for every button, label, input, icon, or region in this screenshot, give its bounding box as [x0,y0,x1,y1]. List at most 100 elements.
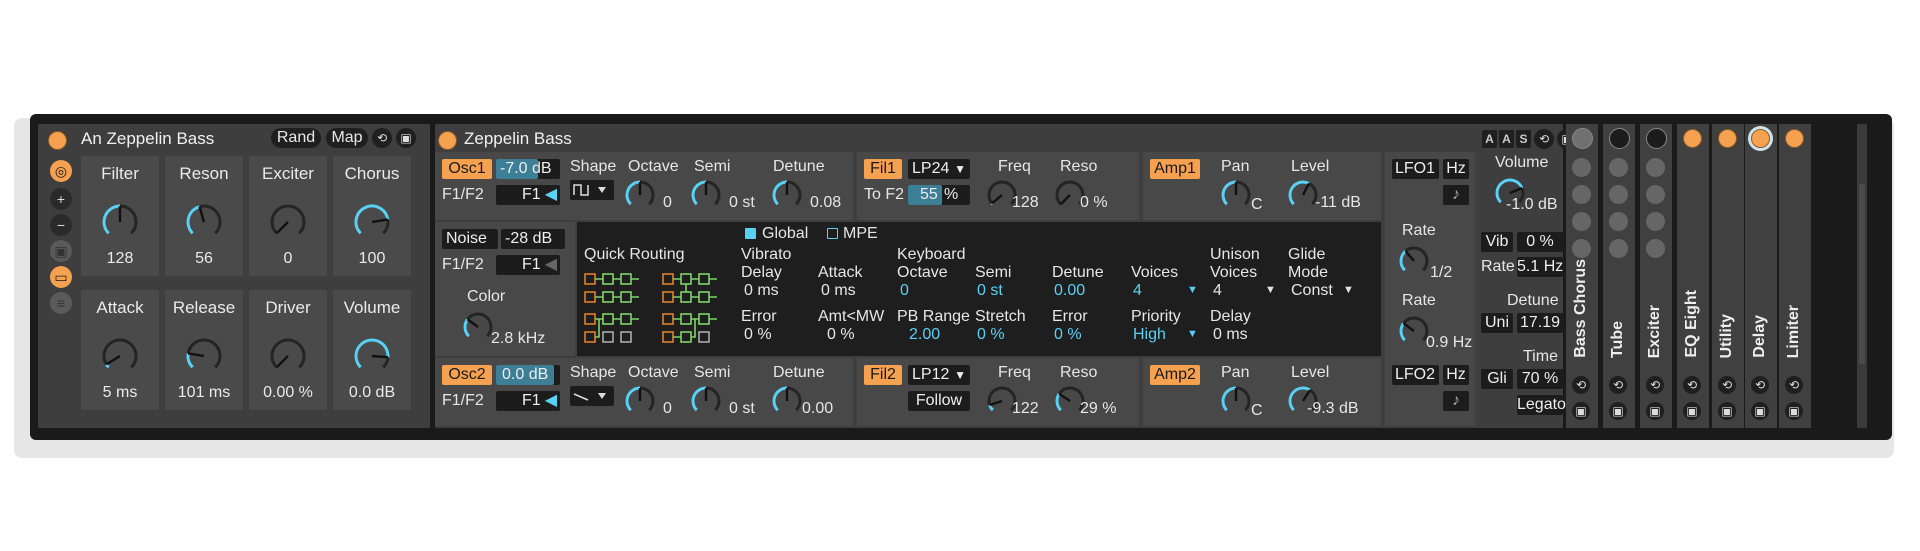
keyboard-stretch-value[interactable]: 0 % [977,326,1005,344]
device-activator-icon[interactable] [1609,128,1630,149]
uni-toggle[interactable]: Uni [1481,313,1513,333]
noise-level[interactable]: -28 dB [501,229,565,249]
chain-device-utility[interactable]: Utility ⟲ ▣ [1712,124,1744,428]
macro-knob[interactable] [184,202,224,242]
save-preset-icon[interactable]: ▣ [1609,402,1627,420]
osc2-shape-select[interactable] [570,386,614,406]
tab-mpe[interactable]: MPE [843,225,878,243]
save-preset-icon[interactable]: ▣ [1683,402,1701,420]
chain-device-bass-chorus[interactable]: Bass Chorus ⟲ ▣ [1566,124,1598,428]
quick-routing-grid[interactable] [581,266,729,348]
device-activator[interactable] [1785,129,1804,148]
osc1-toggle[interactable]: Osc1 [442,159,492,179]
snapshot-icon[interactable]: ▣ [50,240,72,262]
snapshot-icon[interactable] [1572,185,1591,204]
vibrato-delay-value[interactable]: 0 ms [744,282,779,300]
osc2-f1f2-slider[interactable]: F1 ◀ [496,391,560,411]
uni-detune[interactable]: 17.19 [1517,313,1563,333]
macro-view-icon[interactable] [1609,158,1628,177]
lfo1-toggle[interactable]: LFO1 [1392,159,1439,179]
noise-f1f2-slider[interactable]: F1 ◀ [496,255,560,275]
device-list-icon[interactable] [1646,239,1665,258]
hot-swap-icon[interactable]: ⟲ [1534,129,1554,149]
save-preset-icon[interactable]: ▣ [1785,402,1803,420]
osc1-f1f2-slider[interactable]: F1 ◀ [496,185,560,205]
chain-device-limiter[interactable]: Limiter ⟲ ▣ [1779,124,1811,428]
snapshot-icon[interactable] [1646,185,1665,204]
osc1-level[interactable]: -7.0 dB [496,159,560,179]
chain-device-tube[interactable]: Tube ⟲ ▣ [1603,124,1635,428]
fil1-type-select[interactable]: LP24 ▼ [908,159,970,179]
lfo2-hz-button[interactable]: Hz [1443,365,1469,385]
hot-swap-icon[interactable]: ⟲ [1646,376,1664,394]
amp2-toggle[interactable]: Amp2 [1150,365,1200,385]
hot-swap-icon[interactable]: ⟲ [1751,376,1769,394]
macro-view-icon[interactable] [1646,158,1665,177]
device-list-icon[interactable]: ≡ [50,292,72,314]
chain-device-delay[interactable]: Delay ⟲ ▣ [1745,124,1777,428]
device-list-icon[interactable] [1609,239,1628,258]
osc2-detune-knob[interactable] [770,384,804,423]
vib-toggle[interactable]: Vib [1481,232,1513,252]
rack-activator[interactable] [48,131,67,150]
fil2-toggle[interactable]: Fil2 [864,365,902,385]
device-activator[interactable] [1751,129,1770,148]
fil2-type-select[interactable]: LP12 ▼ [908,365,970,385]
hot-swap-icon[interactable]: ⟲ [1785,376,1803,394]
unison-voices-value[interactable]: 4 [1213,282,1222,300]
keyboard-pbrange-value[interactable]: 2.00 [909,326,940,344]
device-activator[interactable] [1683,129,1702,148]
hot-swap-icon[interactable]: ⟲ [1609,376,1627,394]
rand-button[interactable]: Rand [271,128,321,148]
osc2-toggle[interactable]: Osc2 [442,365,492,385]
fil1-toggle[interactable]: Fil1 [864,159,902,179]
device-list-icon[interactable] [1572,239,1591,258]
header-a2-icon[interactable]: A [1499,130,1514,148]
fil1-to-f2-slider[interactable]: 55 % [908,185,970,205]
legato-button[interactable]: Legato [1517,395,1566,415]
macro-view-icon[interactable] [1572,158,1591,177]
macro-knob[interactable] [352,202,392,242]
lfo1-sync-note-icon[interactable]: ♪ [1443,185,1469,205]
chain-device-eq-eight[interactable]: EQ Eight ⟲ ▣ [1677,124,1709,428]
unison-delay-value[interactable]: 0 ms [1213,326,1248,344]
tab-global[interactable]: Global [762,225,808,243]
unison-chevron-down-icon[interactable]: ▼ [1265,284,1276,296]
device-activator-icon[interactable] [1572,128,1593,149]
vibrato-amtmw-value[interactable]: 0 % [827,326,855,344]
keyboard-voices-value[interactable]: 4 [1133,282,1142,300]
macro-knob[interactable] [184,336,224,376]
macro-knob[interactable] [268,202,308,242]
remove-macro-icon[interactable]: − [50,214,72,236]
chain-device-exciter[interactable]: Exciter ⟲ ▣ [1640,124,1672,428]
chain-list-icon[interactable]: ▭ [50,266,72,288]
macro-chorus[interactable]: Chorus 100 [333,156,411,276]
save-preset-icon[interactable]: ▣ [1718,402,1736,420]
keyboard-octave-value[interactable]: 0 [900,282,909,300]
hot-swap-icon[interactable]: ⟲ [1683,376,1701,394]
osc2-octave-knob[interactable] [623,384,657,423]
hot-swap-icon[interactable]: ⟲ [372,128,392,148]
osc1-octave-knob[interactable] [623,178,657,217]
macro-driver[interactable]: Driver 0.00 % [249,290,327,410]
osc1-detune-knob[interactable] [770,178,804,217]
macro-knob[interactable] [100,202,140,242]
noise-toggle[interactable]: Noise [442,229,498,249]
macro-volume[interactable]: Volume 0.0 dB [333,290,411,410]
add-macro-icon[interactable]: + [50,188,72,210]
amp1-toggle[interactable]: Amp1 [1150,159,1200,179]
keyboard-semi-value[interactable]: 0 st [977,282,1003,300]
amp2-pan-knob[interactable] [1219,384,1253,423]
glide-chevron-down-icon[interactable]: ▼ [1343,284,1354,296]
snapshot-icon[interactable] [1609,185,1628,204]
chain-list-icon[interactable] [1646,212,1665,231]
chain-scrollbar[interactable] [1857,124,1867,428]
osc1-shape-select[interactable] [570,180,614,200]
vib-rate[interactable]: 5.1 Hz [1517,257,1563,277]
lfo1-rate-knob[interactable] [1397,244,1431,283]
keyboard-detune-value[interactable]: 0.00 [1054,282,1085,300]
macro-release[interactable]: Release 101 ms [165,290,243,410]
vib-amount[interactable]: 0 % [1517,232,1563,252]
amp1-pan-knob[interactable] [1219,178,1253,217]
glide-mode-value[interactable]: Const [1291,282,1333,300]
